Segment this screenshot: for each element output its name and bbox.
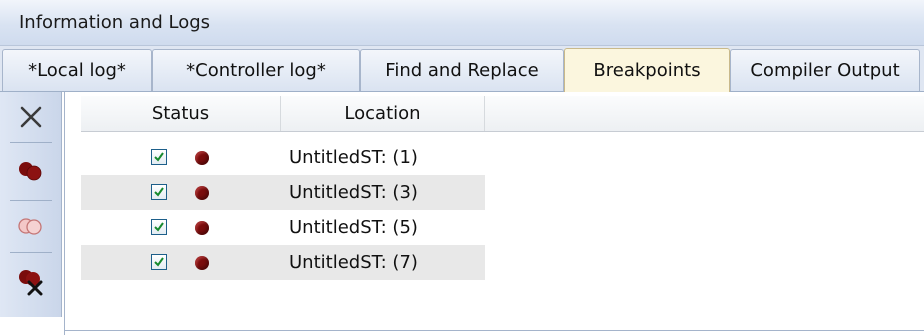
checkmark-icon bbox=[154, 257, 164, 267]
tab-compiler-output[interactable]: Compiler Output bbox=[730, 49, 920, 91]
table-row[interactable]: UntitledST: (3) bbox=[81, 175, 485, 210]
toolbar-separator bbox=[10, 142, 52, 143]
tab-bar: *Local log* *Controller log* Find and Re… bbox=[0, 46, 924, 92]
checkmark-icon bbox=[154, 222, 164, 232]
tab-label: Find and Replace bbox=[385, 60, 539, 81]
column-header-label: Status bbox=[151, 103, 210, 124]
breakpoint-enabled-checkbox[interactable] bbox=[151, 149, 167, 165]
tab-label: *Local log* bbox=[28, 60, 126, 81]
panel-bottom-border bbox=[64, 330, 924, 331]
column-header-status[interactable]: Status bbox=[81, 96, 281, 131]
table-header: Status Location bbox=[81, 96, 924, 132]
tab-label: Compiler Output bbox=[750, 60, 900, 81]
panel-title: Information and Logs bbox=[19, 12, 211, 33]
tab-controller-log[interactable]: *Controller log* bbox=[152, 49, 360, 91]
disable-all-breakpoints-icon bbox=[18, 218, 42, 235]
delete-all-breakpoints-icon bbox=[19, 270, 43, 296]
breakpoint-enabled-checkbox[interactable] bbox=[151, 184, 167, 200]
panel-title-bar: Information and Logs bbox=[0, 0, 924, 46]
breakpoint-icon bbox=[195, 221, 209, 235]
tab-breakpoints[interactable]: Breakpoints bbox=[564, 48, 730, 92]
enable-all-breakpoints-icon bbox=[19, 162, 42, 181]
breakpoint-location: UntitledST: (3) bbox=[289, 182, 418, 203]
disable-all-breakpoints-button[interactable] bbox=[8, 204, 54, 250]
table-row[interactable]: UntitledST: (1) bbox=[81, 140, 485, 175]
enable-all-breakpoints-button[interactable] bbox=[8, 148, 54, 194]
tab-find-and-replace[interactable]: Find and Replace bbox=[360, 49, 564, 91]
breakpoint-icon bbox=[195, 256, 209, 270]
checkmark-icon bbox=[154, 152, 164, 162]
breakpoint-icon bbox=[195, 186, 209, 200]
toolbar-separator bbox=[10, 200, 52, 201]
breakpoint-icon bbox=[195, 151, 209, 165]
tab-label: Breakpoints bbox=[593, 60, 701, 81]
breakpoint-location: UntitledST: (7) bbox=[289, 252, 418, 273]
toolbar-separator bbox=[10, 252, 52, 253]
column-header-location[interactable]: Location bbox=[281, 96, 485, 131]
breakpoint-enabled-checkbox[interactable] bbox=[151, 219, 167, 235]
breakpoint-location: UntitledST: (5) bbox=[289, 217, 418, 238]
close-x-icon bbox=[20, 106, 42, 128]
table-row[interactable]: UntitledST: (5) bbox=[81, 210, 485, 245]
tab-local-log[interactable]: *Local log* bbox=[2, 49, 152, 91]
breakpoint-toolbar bbox=[0, 92, 62, 317]
breakpoint-enabled-checkbox[interactable] bbox=[151, 254, 167, 270]
column-header-label: Location bbox=[344, 103, 421, 124]
close-button[interactable] bbox=[8, 94, 54, 140]
checkmark-icon bbox=[154, 187, 164, 197]
breakpoints-panel: Status Location UntitledST: (1) Untitled… bbox=[64, 92, 924, 335]
tab-label: *Controller log* bbox=[186, 60, 326, 81]
table-row[interactable]: UntitledST: (7) bbox=[81, 245, 485, 280]
delete-all-breakpoints-button[interactable] bbox=[8, 258, 54, 304]
breakpoint-location: UntitledST: (1) bbox=[289, 147, 418, 168]
